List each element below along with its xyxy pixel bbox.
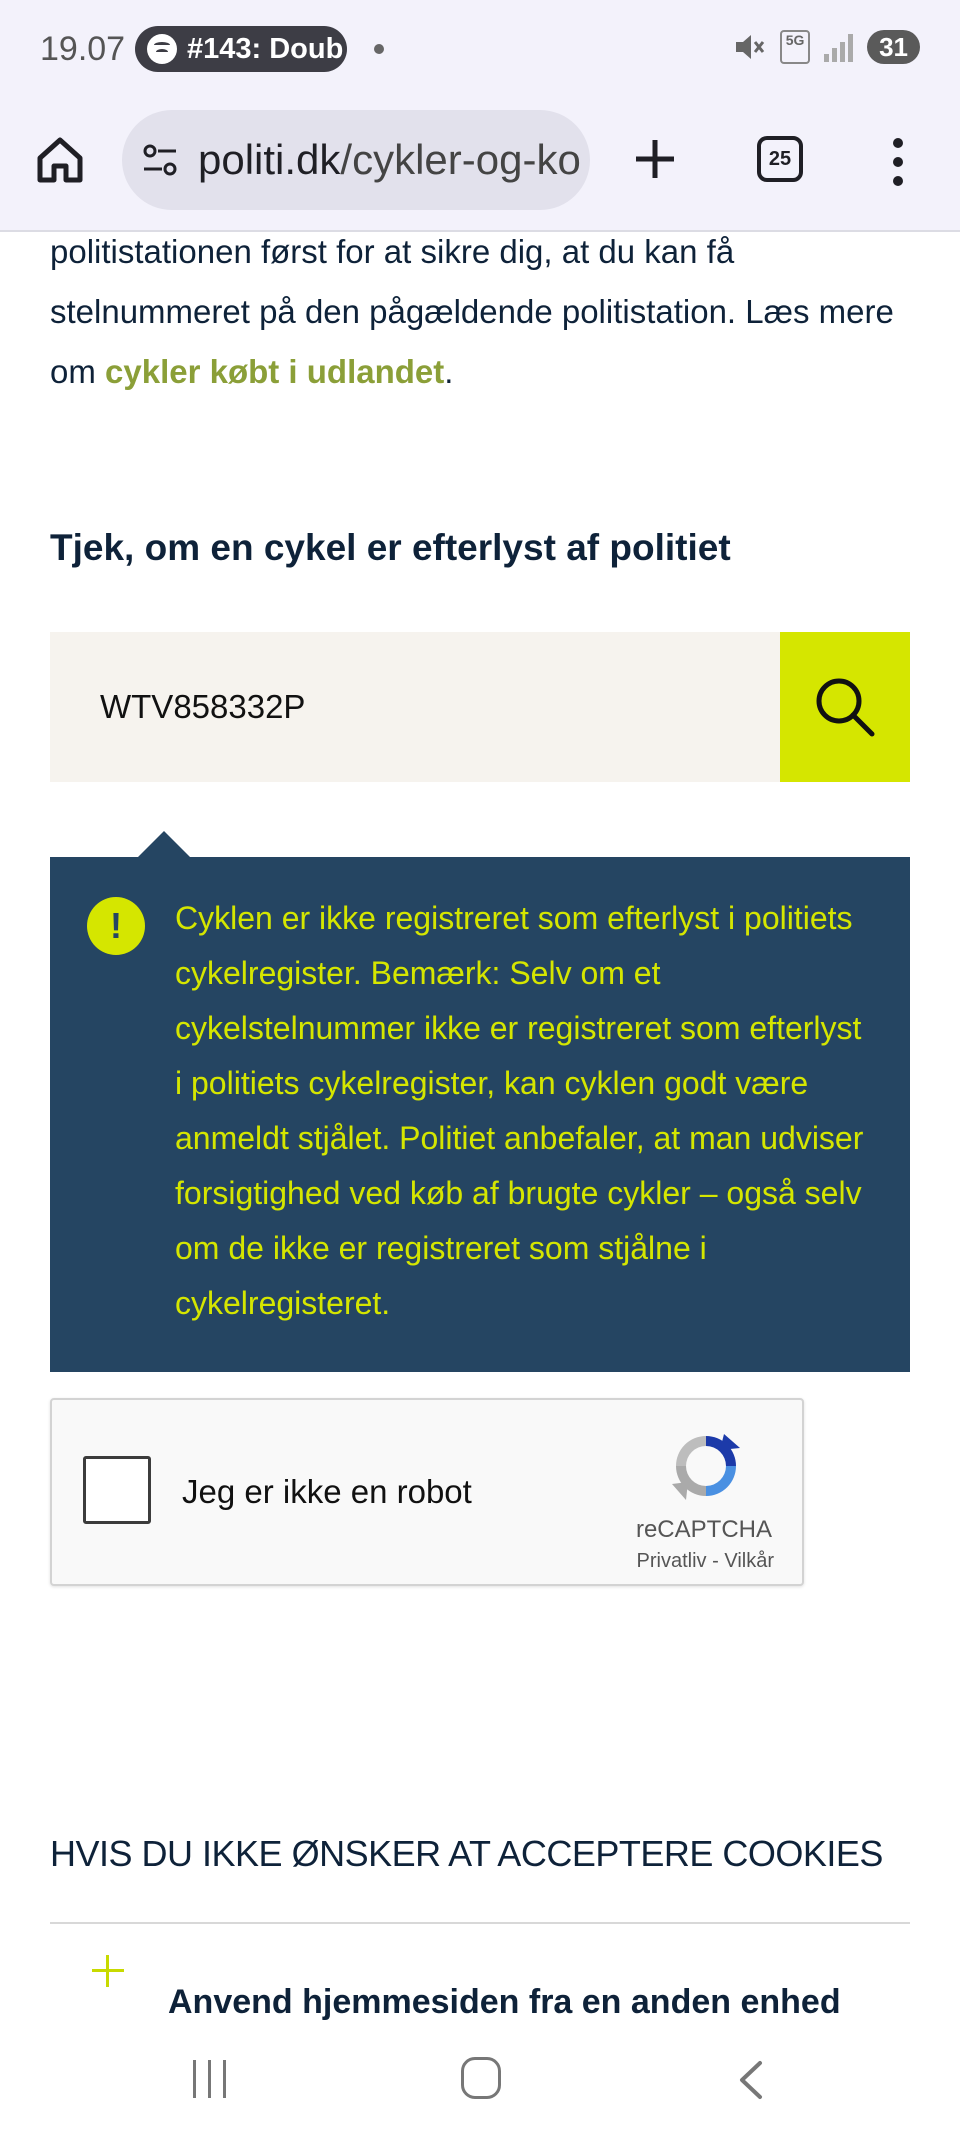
status-bar: 19.07 #143: Doub 5G 31 [0, 0, 960, 100]
result-notice: ! Cyklen er ikke registreret som efterly… [50, 831, 910, 1372]
recaptcha-label: Jeg er ikke en robot [182, 1473, 472, 1510]
media-pill[interactable]: #143: Doub [135, 26, 347, 72]
recaptcha-terms-link[interactable]: Vilkår [724, 1550, 774, 1572]
battery-level: 31 [867, 30, 920, 64]
link-cykler-koebt-i-udlandet[interactable]: cykler købt i udlandet [105, 353, 444, 390]
mute-icon [736, 35, 765, 59]
search-icon [816, 678, 875, 737]
section-title: Tjek, om en cykel er efterlyst af politi… [50, 527, 731, 568]
section-divider [50, 1922, 910, 1924]
signal-icon [824, 32, 854, 62]
notice-text: Cyklen er ikke registreret som efterlyst… [175, 900, 864, 1321]
frame-number-input[interactable] [50, 632, 780, 782]
site-settings-icon[interactable] [140, 140, 180, 180]
nav-back-icon[interactable] [732, 2059, 772, 2101]
recaptcha-links: Privatliv - Vilkår [637, 1550, 774, 1573]
home-icon[interactable] [34, 134, 86, 186]
recaptcha-brand: reCAPTCHA [635, 1516, 772, 1543]
warning-icon: ! [87, 897, 145, 955]
recaptcha-widget: Jeg er ikke en robot reCAPTCHA Privatliv… [50, 1398, 804, 1586]
address-bar[interactable]: politi.dk/cykler-og-ko [122, 110, 590, 210]
plus-icon[interactable] [632, 136, 678, 182]
media-pill-title: #143: Doub [187, 32, 344, 65]
expand-plus-icon[interactable] [92, 1955, 124, 1987]
accordion-item-label[interactable]: Anvend hjemmesiden fra en anden enhed [168, 1983, 841, 2022]
intro-text-end: . [444, 353, 454, 390]
url-path: /cykler-og-ko [340, 136, 581, 183]
recaptcha-checkbox[interactable] [83, 1456, 151, 1524]
url-domain: politi.dk [198, 136, 341, 183]
cookies-section-title: HVIS DU IKKE ØNSKER AT ACCEPTERE COOKIES [50, 1833, 883, 1874]
search-form [50, 632, 910, 782]
recaptcha-privacy-link[interactable]: Privatliv [637, 1550, 707, 1572]
nav-home-icon[interactable] [461, 2057, 501, 2099]
tabs-icon[interactable]: 25 [757, 136, 803, 182]
status-time: 19.07 [40, 30, 126, 68]
more-icon[interactable] [886, 134, 910, 186]
recaptcha-link-separator: - [706, 1550, 725, 1572]
intro-paragraph: politistationen først for at sikre dig, … [50, 222, 920, 402]
browser-toolbar: politi.dk/cykler-og-ko 25 [0, 100, 960, 232]
spotify-icon [147, 34, 177, 64]
network-type: 5G [780, 30, 811, 64]
notification-dot [374, 44, 384, 54]
search-button[interactable] [780, 632, 910, 782]
nav-recents-icon[interactable] [193, 2060, 233, 2100]
system-nav-bar [0, 2035, 960, 2140]
recaptcha-logo-icon [672, 1434, 740, 1500]
url-text: politi.dk/cykler-og-ko [198, 136, 581, 184]
